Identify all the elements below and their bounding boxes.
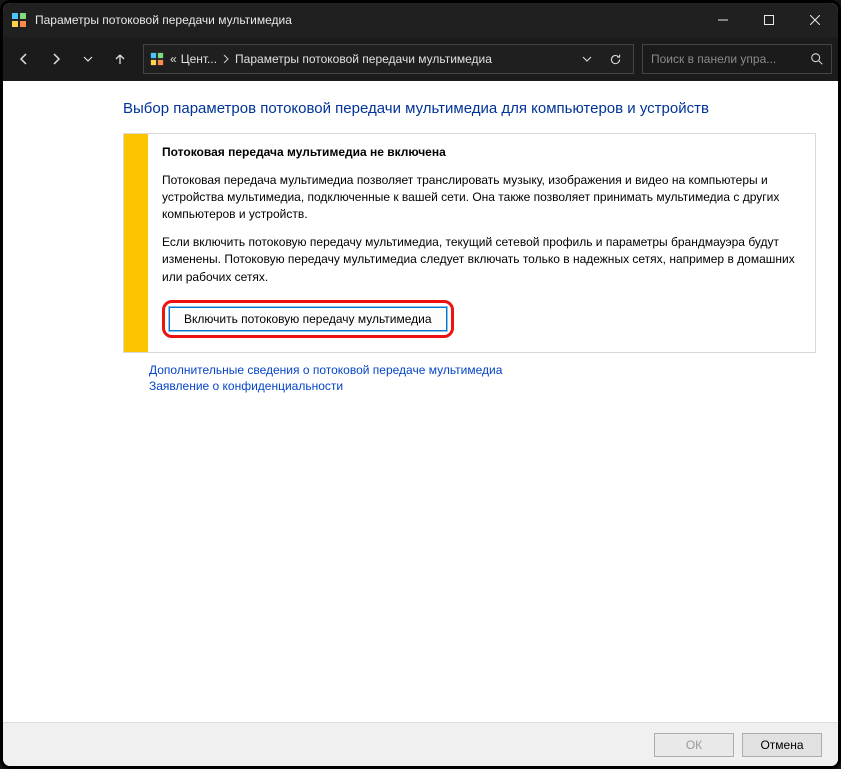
minimize-button[interactable] — [700, 3, 746, 37]
up-button[interactable] — [105, 44, 135, 74]
info-heading: Потоковая передача мультимедиа не включе… — [162, 144, 801, 161]
recent-dropdown[interactable] — [73, 44, 103, 74]
info-body: Потоковая передача мультимедиа не включе… — [148, 134, 815, 352]
maximize-button[interactable] — [746, 3, 792, 37]
address-icon — [148, 50, 166, 68]
address-bar[interactable]: « Цент... Параметры потоковой передачи м… — [143, 44, 634, 74]
link-privacy[interactable]: Заявление о конфиденциальности — [149, 379, 816, 393]
refresh-button[interactable] — [601, 45, 629, 73]
search-input[interactable] — [651, 52, 806, 66]
info-stripe — [124, 134, 148, 352]
page-title: Выбор параметров потоковой передачи муль… — [123, 99, 816, 119]
highlight-outline: Включить потоковую передачу мультимедиа — [162, 300, 454, 338]
search-box[interactable] — [642, 44, 832, 74]
ok-button: ОК — [654, 733, 734, 757]
window-controls — [700, 3, 838, 37]
breadcrumb-part-1[interactable]: Цент... — [181, 52, 217, 66]
info-paragraph-1: Потоковая передача мультимедиа позволяет… — [162, 172, 801, 224]
address-dropdown[interactable] — [573, 45, 601, 73]
cancel-button[interactable]: Отмена — [742, 733, 822, 757]
search-icon — [810, 52, 824, 66]
toolbar: « Цент... Параметры потоковой передачи м… — [3, 37, 838, 81]
window-title: Параметры потоковой передачи мультимедиа — [35, 13, 700, 27]
info-paragraph-2: Если включить потоковую передачу мультим… — [162, 234, 801, 286]
links-block: Дополнительные сведения о потоковой пере… — [123, 363, 816, 393]
info-box: Потоковая передача мультимедиа не включе… — [123, 133, 816, 353]
content-area: Выбор параметров потоковой передачи муль… — [3, 81, 838, 722]
breadcrumb-prefix: « — [170, 52, 177, 66]
titlebar: Параметры потоковой передачи мультимедиа — [3, 3, 838, 37]
enable-streaming-button[interactable]: Включить потоковую передачу мультимедиа — [169, 307, 447, 331]
back-button[interactable] — [9, 44, 39, 74]
forward-button[interactable] — [41, 44, 71, 74]
chevron-right-icon[interactable] — [217, 55, 235, 63]
footer: ОК Отмена — [3, 722, 838, 766]
app-icon — [11, 12, 27, 28]
breadcrumb-part-2[interactable]: Параметры потоковой передачи мультимедиа — [235, 52, 492, 66]
window: Параметры потоковой передачи мультимедиа — [0, 0, 841, 769]
close-button[interactable] — [792, 3, 838, 37]
link-more-info[interactable]: Дополнительные сведения о потоковой пере… — [149, 363, 816, 377]
